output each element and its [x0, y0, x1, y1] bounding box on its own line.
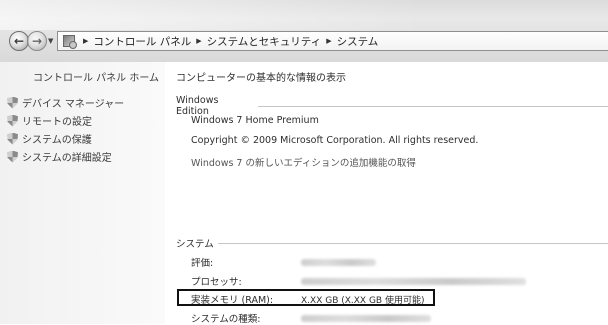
- shield-icon: [7, 114, 18, 127]
- section-title-text: システム: [176, 239, 214, 250]
- arrow-left-icon: ←: [13, 34, 25, 48]
- main-content: コンピューターの基本的な情報の表示 Windows Edition Window…: [165, 62, 608, 325]
- shield-icon: [7, 132, 18, 145]
- sidebar-item-system-protection[interactable]: システムの保護: [7, 131, 92, 146]
- system-type-value-blurred: [301, 315, 431, 322]
- title-bar: ← → ▼ ▶ コントロール パネル ▶ システムとセキュリティ ▶ システム: [0, 0, 608, 62]
- system-section-title: システム: [176, 236, 608, 250]
- forward-button[interactable]: →: [27, 31, 47, 51]
- rating-value-blurred: [301, 259, 376, 266]
- sidebar-item-label: デバイス マネージャー: [22, 99, 125, 110]
- breadcrumb-system-and-security[interactable]: システムとセキュリティ: [207, 34, 322, 49]
- section-divider: [258, 105, 608, 107]
- section-divider: [217, 242, 608, 244]
- sidebar-item-label: リモートの設定: [22, 117, 92, 128]
- system-type-label: システムの種類:: [191, 314, 261, 325]
- processor-value-blurred: [301, 278, 526, 285]
- sidebar-item-label: システムの詳細設定: [22, 153, 112, 164]
- breadcrumb-system[interactable]: システム: [337, 34, 379, 49]
- breadcrumb-control-panel[interactable]: コントロール パネル: [93, 34, 191, 49]
- sidebar-item-remote-settings[interactable]: リモートの設定: [7, 113, 92, 128]
- page-title: コンピューターの基本的な情報の表示: [176, 73, 346, 84]
- windows-edition-name: Windows 7 Home Premium: [191, 115, 319, 126]
- arrow-right-icon: →: [31, 34, 43, 48]
- control-panel-home-link[interactable]: コントロール パネル ホーム: [33, 69, 159, 84]
- sidebar-item-label: システムの保護: [22, 135, 92, 146]
- section-title-text: Windows Edition: [176, 95, 219, 117]
- chevron-right-icon[interactable]: ▶: [326, 37, 331, 45]
- sidebar-item-advanced-system-settings[interactable]: システムの詳細設定: [7, 149, 112, 164]
- upgrade-edition-link[interactable]: Windows 7 の新しいエディションの追加機能の取得: [191, 155, 416, 169]
- installed-memory-value: X.XX GB (X.XX GB 使用可能): [301, 296, 425, 306]
- shield-icon: [7, 96, 18, 109]
- address-bar[interactable]: ▶ コントロール パネル ▶ システムとセキュリティ ▶ システム: [57, 31, 608, 51]
- chevron-right-icon[interactable]: ▶: [196, 37, 201, 45]
- title-bar-glass: [0, 0, 608, 30]
- sidebar-item-device-manager[interactable]: デバイス マネージャー: [7, 95, 124, 110]
- rating-label: 評価:: [191, 258, 214, 269]
- chevron-right-icon[interactable]: ▶: [83, 37, 88, 45]
- back-button[interactable]: ←: [9, 31, 29, 51]
- processor-label: プロセッサ:: [191, 277, 242, 288]
- sidebar: コントロール パネル ホーム デバイス マネージャー リモートの設定 システムの…: [0, 62, 165, 324]
- recent-pages-dropdown[interactable]: ▼: [48, 37, 53, 45]
- installed-memory-label: 実装メモリ (RAM):: [191, 295, 274, 306]
- shield-icon: [7, 150, 18, 163]
- windows-edition-section-title: Windows Edition: [176, 95, 608, 117]
- control-panel-icon: [63, 35, 77, 49]
- copyright-text: Copyright © 2009 Microsoft Corporation. …: [191, 135, 479, 146]
